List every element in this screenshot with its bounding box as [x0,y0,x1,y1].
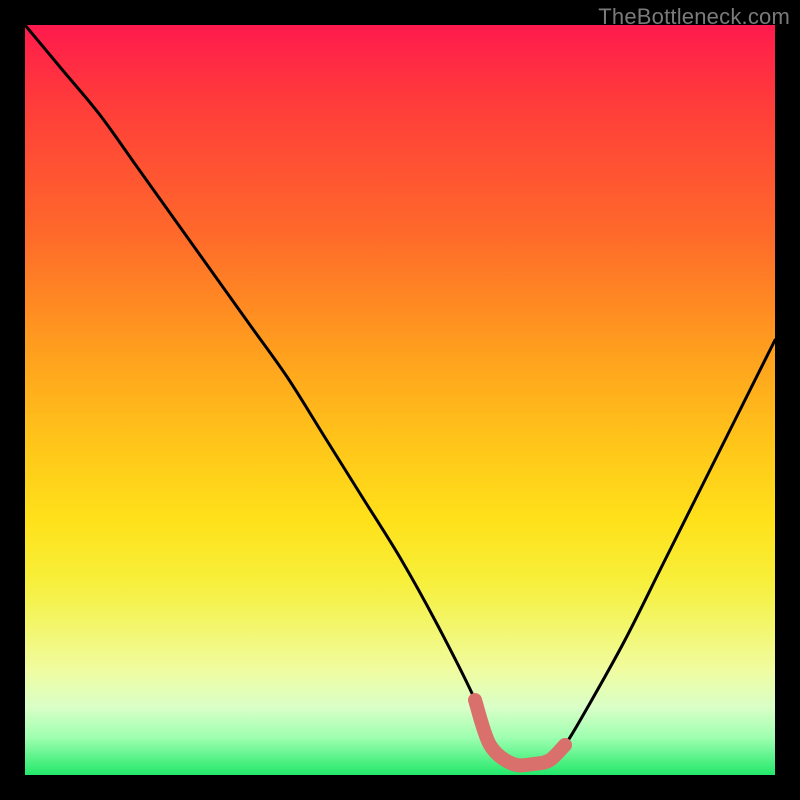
curve-svg [25,25,775,775]
plot-area [25,25,775,775]
bottleneck-curve-path [25,25,775,765]
chart-frame: TheBottleneck.com [0,0,800,800]
bottleneck-highlight-path [475,700,565,765]
